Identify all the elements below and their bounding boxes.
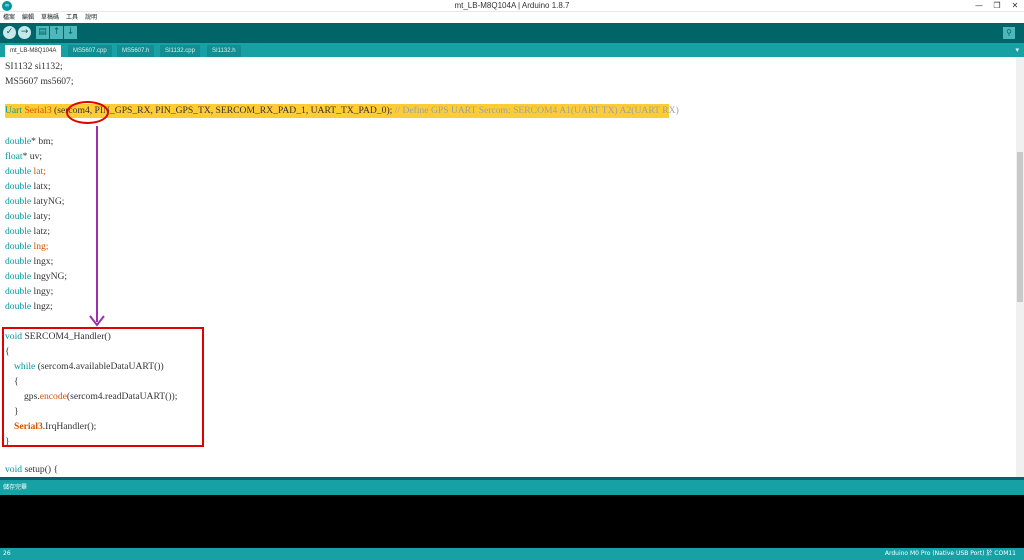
footer-bar: 26 Arduino M0 Pro (Native USB Port) 於 CO… [0, 548, 1024, 560]
status-bar: 儲存完畢 [0, 480, 1024, 495]
annotation-arrow-icon [89, 126, 105, 327]
annotation-box [2, 327, 204, 447]
console-output[interactable] [0, 495, 1024, 548]
status-message: 儲存完畢 [3, 484, 28, 491]
line-number: 26 [3, 550, 11, 557]
board-port: Arduino M0 Pro (Native USB Port) 於 COM11 [884, 550, 1016, 557]
